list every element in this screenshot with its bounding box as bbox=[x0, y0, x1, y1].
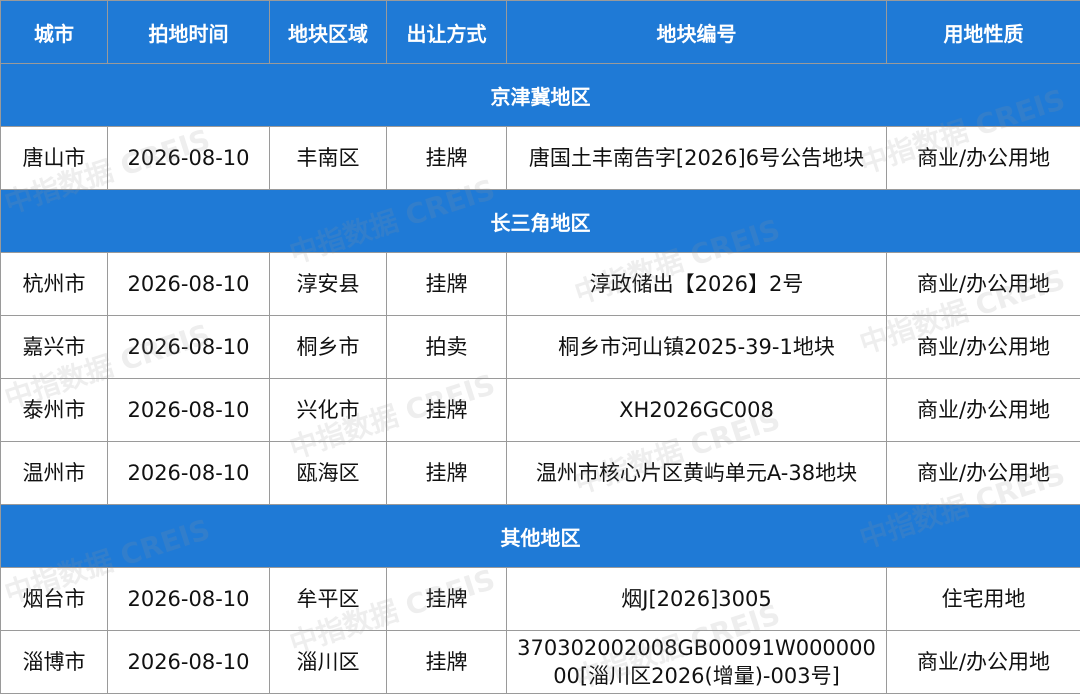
cell-area: 牟平区 bbox=[269, 567, 387, 631]
cell-date: 2026-08-10 bbox=[107, 441, 270, 505]
cell-city: 唐山市 bbox=[0, 126, 108, 190]
cell-date: 2026-08-10 bbox=[107, 252, 270, 316]
cell-date: 2026-08-10 bbox=[107, 378, 270, 442]
land-transaction-table: 城市 拍地时间 地块区域 出让方式 地块编号 用地性质 京津冀地区 唐山市 20… bbox=[0, 0, 1080, 694]
cell-land-use: 商业/办公用地 bbox=[886, 441, 1080, 505]
table-row: 泰州市 2026-08-10 兴化市 挂牌 XH2026GC008 商业/办公用… bbox=[0, 378, 1080, 442]
table-row: 唐山市 2026-08-10 丰南区 挂牌 唐国土丰南告字[2026]6号公告地… bbox=[0, 126, 1080, 190]
cell-plot-number: 370302002008GB00091W00000000[淄川区2026(增量)… bbox=[506, 630, 887, 694]
cell-method: 挂牌 bbox=[386, 630, 507, 694]
cell-land-use: 商业/办公用地 bbox=[886, 630, 1080, 694]
header-auction-date: 拍地时间 bbox=[107, 0, 270, 64]
region-row: 长三角地区 bbox=[0, 189, 1080, 253]
cell-method: 拍卖 bbox=[386, 315, 507, 379]
cell-land-use: 商业/办公用地 bbox=[886, 378, 1080, 442]
cell-city: 杭州市 bbox=[0, 252, 108, 316]
cell-method: 挂牌 bbox=[386, 126, 507, 190]
cell-city: 淄博市 bbox=[0, 630, 108, 694]
header-transfer-method: 出让方式 bbox=[386, 0, 507, 64]
table-row: 淄博市 2026-08-10 淄川区 挂牌 370302002008GB0009… bbox=[0, 630, 1080, 694]
cell-date: 2026-08-10 bbox=[107, 567, 270, 631]
cell-land-use: 商业/办公用地 bbox=[886, 126, 1080, 190]
region-row: 京津冀地区 bbox=[0, 63, 1080, 127]
cell-method: 挂牌 bbox=[386, 567, 507, 631]
cell-plot-number: 烟J[2026]3005 bbox=[506, 567, 887, 631]
cell-plot-number: 温州市核心片区黄屿单元A-38地块 bbox=[506, 441, 887, 505]
cell-method: 挂牌 bbox=[386, 252, 507, 316]
cell-area: 淄川区 bbox=[269, 630, 387, 694]
cell-area: 丰南区 bbox=[269, 126, 387, 190]
table-row: 烟台市 2026-08-10 牟平区 挂牌 烟J[2026]3005 住宅用地 bbox=[0, 567, 1080, 631]
region-label: 京津冀地区 bbox=[0, 63, 1080, 127]
table-row: 温州市 2026-08-10 瓯海区 挂牌 温州市核心片区黄屿单元A-38地块 … bbox=[0, 441, 1080, 505]
cell-method: 挂牌 bbox=[386, 441, 507, 505]
cell-area: 瓯海区 bbox=[269, 441, 387, 505]
cell-date: 2026-08-10 bbox=[107, 126, 270, 190]
table-row: 嘉兴市 2026-08-10 桐乡市 拍卖 桐乡市河山镇2025-39-1地块 … bbox=[0, 315, 1080, 379]
cell-land-use: 住宅用地 bbox=[886, 567, 1080, 631]
cell-plot-number: XH2026GC008 bbox=[506, 378, 887, 442]
cell-plot-number: 唐国土丰南告字[2026]6号公告地块 bbox=[506, 126, 887, 190]
cell-plot-number: 淳政储出【2026】2号 bbox=[506, 252, 887, 316]
header-plot-number: 地块编号 bbox=[506, 0, 887, 64]
cell-city: 烟台市 bbox=[0, 567, 108, 631]
cell-city: 泰州市 bbox=[0, 378, 108, 442]
table-header-row: 城市 拍地时间 地块区域 出让方式 地块编号 用地性质 bbox=[0, 0, 1080, 64]
cell-city: 温州市 bbox=[0, 441, 108, 505]
header-city: 城市 bbox=[0, 0, 108, 64]
cell-area: 桐乡市 bbox=[269, 315, 387, 379]
header-land-use: 用地性质 bbox=[886, 0, 1080, 64]
cell-city: 嘉兴市 bbox=[0, 315, 108, 379]
region-label: 其他地区 bbox=[0, 504, 1080, 568]
region-row: 其他地区 bbox=[0, 504, 1080, 568]
header-plot-area: 地块区域 bbox=[269, 0, 387, 64]
cell-land-use: 商业/办公用地 bbox=[886, 252, 1080, 316]
cell-date: 2026-08-10 bbox=[107, 630, 270, 694]
cell-land-use: 商业/办公用地 bbox=[886, 315, 1080, 379]
cell-area: 淳安县 bbox=[269, 252, 387, 316]
cell-date: 2026-08-10 bbox=[107, 315, 270, 379]
cell-area: 兴化市 bbox=[269, 378, 387, 442]
cell-method: 挂牌 bbox=[386, 378, 507, 442]
table-row: 杭州市 2026-08-10 淳安县 挂牌 淳政储出【2026】2号 商业/办公… bbox=[0, 252, 1080, 316]
region-label: 长三角地区 bbox=[0, 189, 1080, 253]
cell-plot-number: 桐乡市河山镇2025-39-1地块 bbox=[506, 315, 887, 379]
